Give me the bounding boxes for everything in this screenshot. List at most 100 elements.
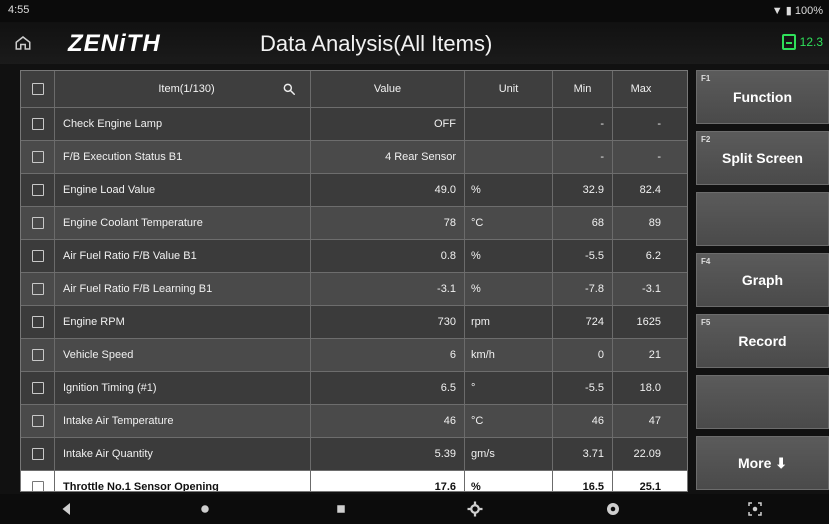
button-label: Function xyxy=(732,89,793,105)
unit-header: Unit xyxy=(465,71,553,107)
table-row[interactable]: Ignition Timing (#1) 6.5 ° -5.5 18.0 xyxy=(21,372,687,405)
settings-gear-icon[interactable] xyxy=(466,500,484,518)
status-bar: 4:55 ▼ ▮ 100% xyxy=(0,0,829,22)
fkey-label: F5 xyxy=(701,318,711,327)
status-time: 4:55 xyxy=(8,4,30,16)
row-min: - xyxy=(553,141,613,173)
table-row[interactable]: Intake Air Temperature 46 °C 46 47 xyxy=(21,405,687,438)
recent-apps-icon[interactable] xyxy=(332,500,350,518)
table-row[interactable]: Engine Load Value 49.0 % 32.9 82.4 xyxy=(21,174,687,207)
app-logo: ZENiTH xyxy=(68,30,161,57)
row-max: 6.2 xyxy=(645,250,661,262)
row-checkbox[interactable] xyxy=(31,415,44,427)
split-screen-button[interactable]: F2 Split Screen xyxy=(696,131,829,185)
row-item: Air Fuel Ratio F/B Learning B1 xyxy=(55,273,311,305)
button-label: Split Screen xyxy=(722,150,803,166)
row-min: 16.5 xyxy=(553,471,613,491)
row-max: 18.0 xyxy=(639,382,661,394)
row-value: 0.8 xyxy=(311,240,465,272)
app-header: ZENiTH Data Analysis(All Items) 12.3 xyxy=(0,22,829,64)
row-min: - xyxy=(553,108,613,140)
button-label: Record xyxy=(738,333,787,349)
more-button[interactable]: More ⬇ xyxy=(696,436,829,490)
empty-button-1 xyxy=(696,192,829,246)
row-item: Vehicle Speed xyxy=(55,339,311,371)
row-max: -3.1 xyxy=(642,283,661,295)
row-value: 6.5 xyxy=(311,372,465,404)
row-unit: % xyxy=(465,471,553,491)
row-item: Intake Air Temperature xyxy=(55,405,311,437)
row-value: 4 Rear Sensor xyxy=(311,141,465,173)
table-row[interactable]: Check Engine Lamp OFF - - xyxy=(21,108,687,141)
back-icon[interactable] xyxy=(58,500,76,518)
row-max: 89 xyxy=(648,217,661,229)
row-max: 22.09 xyxy=(633,448,661,460)
row-checkbox[interactable] xyxy=(31,481,44,491)
row-min: 68 xyxy=(553,207,613,239)
row-checkbox[interactable] xyxy=(31,283,44,295)
row-max: - xyxy=(657,151,661,163)
graph-button[interactable]: F4 Graph xyxy=(696,253,829,307)
table-row-selected[interactable]: Throttle No.1 Sensor Opening 17.6 % 16.5… xyxy=(21,471,687,492)
fkey-label: F4 xyxy=(701,257,711,266)
row-checkbox[interactable] xyxy=(31,349,44,361)
row-checkbox[interactable] xyxy=(31,316,44,328)
select-all-cell[interactable] xyxy=(21,71,55,107)
row-item: Engine RPM xyxy=(55,306,311,338)
table-row[interactable]: Air Fuel Ratio F/B Value B1 0.8 % -5.5 6… xyxy=(21,240,687,273)
row-unit: km/h xyxy=(465,339,553,371)
battery-voltage-value: 12.3 xyxy=(799,35,823,49)
row-value: 730 xyxy=(311,306,465,338)
row-max: 47 xyxy=(648,415,661,427)
row-min: 0 xyxy=(553,339,613,371)
row-checkbox[interactable] xyxy=(31,151,44,163)
row-max: 25.1 xyxy=(639,481,661,492)
table-row[interactable]: F/B Execution Status B1 4 Rear Sensor - … xyxy=(21,141,687,174)
row-checkbox[interactable] xyxy=(31,448,44,460)
battery-percent: 100% xyxy=(794,5,823,17)
row-unit: % xyxy=(465,174,553,206)
row-min: 724 xyxy=(553,306,613,338)
row-checkbox[interactable] xyxy=(31,217,44,229)
row-value: -3.1 xyxy=(311,273,465,305)
screenshot-icon[interactable] xyxy=(604,500,622,518)
row-checkbox[interactable] xyxy=(31,118,44,130)
android-navigation-bar xyxy=(0,494,829,524)
row-checkbox[interactable] xyxy=(31,184,44,196)
data-table: Item(1/130) Value Unit Min Max Check Eng… xyxy=(20,70,688,492)
row-max: 1625 xyxy=(636,316,661,328)
min-header: Min xyxy=(553,71,613,107)
table-row[interactable]: Intake Air Quantity 5.39 gm/s 3.71 22.09 xyxy=(21,438,687,471)
row-value: 78 xyxy=(311,207,465,239)
row-min: -5.5 xyxy=(553,372,613,404)
table-row[interactable]: Air Fuel Ratio F/B Learning B1 -3.1 % -7… xyxy=(21,273,687,306)
page-title: Data Analysis(All Items) xyxy=(260,31,493,56)
row-checkbox[interactable] xyxy=(31,250,44,262)
home-dot-icon[interactable] xyxy=(196,500,214,518)
row-item: Engine Coolant Temperature xyxy=(55,207,311,239)
home-icon[interactable] xyxy=(14,34,32,52)
item-header: Item(1/130) xyxy=(55,71,311,107)
table-row[interactable]: Engine RPM 730 rpm 724 1625 xyxy=(21,306,687,339)
capture-icon[interactable] xyxy=(746,500,764,518)
row-value: 6 xyxy=(311,339,465,371)
row-value: 49.0 xyxy=(311,174,465,206)
button-label: More ⬇ xyxy=(737,454,788,471)
row-unit: % xyxy=(465,240,553,272)
table-row[interactable]: Engine Coolant Temperature 78 °C 68 89 xyxy=(21,207,687,240)
row-item: Air Fuel Ratio F/B Value B1 xyxy=(55,240,311,272)
row-value: 46 xyxy=(311,405,465,437)
search-icon[interactable] xyxy=(282,82,296,96)
row-unit: % xyxy=(465,273,553,305)
function-button[interactable]: F1 Function xyxy=(696,70,829,124)
row-unit xyxy=(465,108,553,140)
button-label: Graph xyxy=(741,272,784,288)
record-button[interactable]: F5 Record xyxy=(696,314,829,368)
row-item: Engine Load Value xyxy=(55,174,311,206)
empty-button-2 xyxy=(696,375,829,429)
table-row[interactable]: Vehicle Speed 6 km/h 0 21 xyxy=(21,339,687,372)
fkey-label: F1 xyxy=(701,74,711,83)
select-all-checkbox[interactable] xyxy=(31,83,44,95)
row-unit xyxy=(465,141,553,173)
row-checkbox[interactable] xyxy=(31,382,44,394)
